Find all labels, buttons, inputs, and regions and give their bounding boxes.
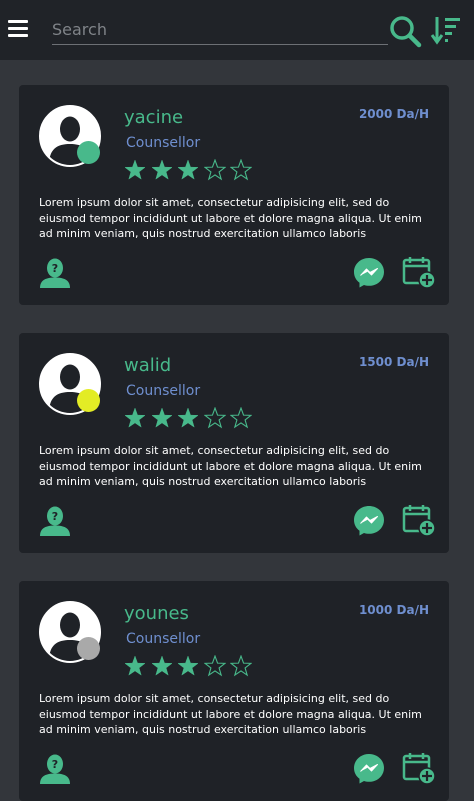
- star-filled-icon: [124, 159, 146, 180]
- star-empty-icon: [230, 159, 252, 181]
- star-empty-icon: [230, 655, 252, 677]
- sort-descending-icon[interactable]: [430, 14, 462, 46]
- svg-text:?: ?: [52, 758, 58, 771]
- star-filled-icon: [150, 655, 173, 676]
- star-empty-icon: [203, 159, 226, 181]
- counsellor-role: Counsellor: [126, 631, 201, 647]
- counsellor-description: Lorem ipsum dolor sit amet, consectetur …: [39, 692, 422, 736]
- online-status-indicator: [77, 389, 100, 412]
- messenger-icon[interactable]: [353, 256, 385, 288]
- star-empty-icon: [203, 407, 226, 429]
- star-filled-icon: [150, 407, 173, 428]
- counsellor-role: Counsellor: [126, 383, 201, 399]
- counsellor-role: Counsellor: [126, 135, 201, 151]
- search-input[interactable]: [52, 16, 388, 42]
- person-question-icon[interactable]: ?: [39, 753, 71, 785]
- hamburger-icon[interactable]: [8, 20, 28, 38]
- search-icon[interactable]: [388, 14, 422, 48]
- star-filled-icon: [177, 159, 199, 180]
- counsellor-name[interactable]: walid: [124, 355, 171, 376]
- search-field: [52, 16, 388, 45]
- person-question-icon[interactable]: ?: [39, 257, 71, 289]
- star-filled-icon: [177, 407, 199, 428]
- star-empty-icon: [203, 655, 226, 677]
- calendar-add-icon[interactable]: [402, 255, 436, 289]
- messenger-icon[interactable]: [353, 752, 385, 784]
- calendar-add-icon[interactable]: [402, 503, 436, 537]
- counsellor-card[interactable]: younes Counsellor 1000 Da/H Lorem ipsum dol…: [19, 581, 449, 801]
- star-filled-icon: [124, 407, 146, 428]
- hourly-rate: 1500 Da/H: [358, 355, 429, 369]
- counsellor-name[interactable]: yacine: [124, 107, 183, 128]
- star-empty-icon: [230, 407, 252, 429]
- counsellor-card[interactable]: walid Counsellor 1500 Da/H Lorem ipsum dolo…: [19, 333, 449, 553]
- star-filled-icon: [124, 655, 146, 676]
- counsellor-card[interactable]: yacine Counsellor 2000 Da/H Lorem ipsum dol…: [19, 85, 449, 305]
- online-status-indicator: [77, 637, 100, 660]
- hourly-rate: 2000 Da/H: [358, 107, 429, 121]
- online-status-indicator: [77, 141, 100, 164]
- counsellor-description: Lorem ipsum dolor sit amet, consectetur …: [39, 444, 422, 488]
- counsellor-name[interactable]: younes: [124, 603, 189, 624]
- hourly-rate: 1000 Da/H: [358, 603, 429, 617]
- svg-text:?: ?: [52, 262, 58, 275]
- star-filled-icon: [150, 159, 173, 180]
- star-filled-icon: [177, 655, 199, 676]
- person-question-icon[interactable]: ?: [39, 505, 71, 537]
- svg-text:?: ?: [52, 510, 58, 523]
- top-bar: [0, 0, 474, 60]
- counsellor-description: Lorem ipsum dolor sit amet, consectetur …: [39, 196, 422, 240]
- messenger-icon[interactable]: [353, 504, 385, 536]
- calendar-add-icon[interactable]: [402, 751, 436, 785]
